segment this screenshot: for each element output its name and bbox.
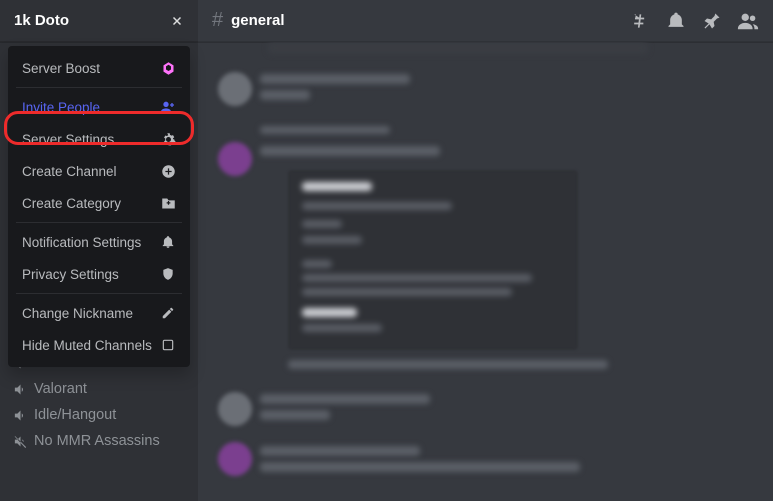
add-user-icon — [160, 99, 176, 115]
menu-item-hide-muted[interactable]: Hide Muted Channels — [16, 329, 182, 361]
blurred-text — [260, 90, 310, 100]
menu-item-server-settings[interactable]: Server Settings — [16, 123, 182, 155]
blurred-text — [260, 146, 440, 156]
shield-icon — [160, 266, 176, 282]
boost-icon — [160, 60, 176, 76]
menu-label: Create Channel — [22, 164, 117, 179]
blurred-avatar — [218, 142, 252, 176]
blurred-text — [260, 74, 410, 84]
channel-topbar: # general — [198, 0, 773, 42]
menu-label: Server Boost — [22, 61, 100, 76]
blurred-avatar — [218, 442, 252, 476]
speaker-icon — [12, 381, 28, 397]
folder-plus-icon — [160, 195, 176, 211]
menu-item-create-category[interactable]: Create Category — [16, 187, 182, 219]
server-name: 1k Doto — [14, 12, 69, 29]
pin-icon[interactable] — [701, 10, 723, 32]
menu-label: Privacy Settings — [22, 267, 119, 282]
main-panel: # general — [198, 0, 773, 501]
menu-separator — [16, 222, 182, 223]
server-dropdown-menu: Server Boost Invite People Server Settin… — [8, 46, 190, 367]
channel-name: Idle/Hangout — [34, 407, 116, 423]
menu-item-invite-people[interactable]: Invite People — [16, 91, 182, 123]
server-header[interactable]: 1k Doto — [0, 0, 198, 42]
server-sidebar: 1k Doto Server Boost Invite People Se — [0, 0, 198, 501]
gear-icon — [160, 131, 176, 147]
channel-name: Valorant — [34, 381, 87, 397]
blurred-content — [268, 42, 648, 54]
menu-item-server-boost[interactable]: Server Boost — [16, 52, 182, 84]
menu-label: Server Settings — [22, 132, 114, 147]
menu-item-privacy-settings[interactable]: Privacy Settings — [16, 258, 182, 290]
menu-separator — [16, 293, 182, 294]
blurred-text — [260, 394, 430, 404]
hash-icon: # — [212, 9, 223, 32]
menu-label: Notification Settings — [22, 235, 141, 250]
menu-item-change-nickname[interactable]: Change Nickname — [16, 297, 182, 329]
members-icon[interactable] — [737, 10, 759, 32]
blurred-text — [260, 410, 330, 420]
blurred-text — [260, 462, 580, 472]
voice-channel-item[interactable]: No MMR Assassins — [4, 428, 190, 454]
blurred-embed — [288, 170, 578, 350]
voice-channel-item[interactable]: Idle/Hangout — [4, 402, 190, 428]
speaker-icon — [12, 407, 28, 423]
menu-item-notification-settings[interactable]: Notification Settings — [16, 226, 182, 258]
channel-name: No MMR Assassins — [34, 433, 160, 449]
checkbox-empty-icon — [160, 337, 176, 353]
close-icon[interactable] — [170, 14, 184, 28]
speaker-muted-icon — [12, 433, 28, 449]
chat-messages-area — [198, 42, 773, 501]
menu-label: Invite People — [22, 100, 100, 115]
blurred-avatar — [218, 392, 252, 426]
menu-separator — [16, 87, 182, 88]
blurred-text — [260, 446, 420, 456]
pencil-icon — [160, 305, 176, 321]
blurred-text — [260, 126, 390, 134]
menu-label: Change Nickname — [22, 306, 133, 321]
threads-icon[interactable] — [629, 10, 651, 32]
bell-icon — [160, 234, 176, 250]
menu-item-create-channel[interactable]: Create Channel — [16, 155, 182, 187]
channel-name-header: general — [231, 12, 284, 29]
blurred-text — [288, 360, 608, 369]
plus-circle-icon — [160, 163, 176, 179]
menu-label: Hide Muted Channels — [22, 338, 152, 353]
menu-label: Create Category — [22, 196, 121, 211]
bell-icon[interactable] — [665, 10, 687, 32]
voice-channel-item[interactable]: Valorant — [4, 376, 190, 402]
blurred-avatar — [218, 72, 252, 106]
